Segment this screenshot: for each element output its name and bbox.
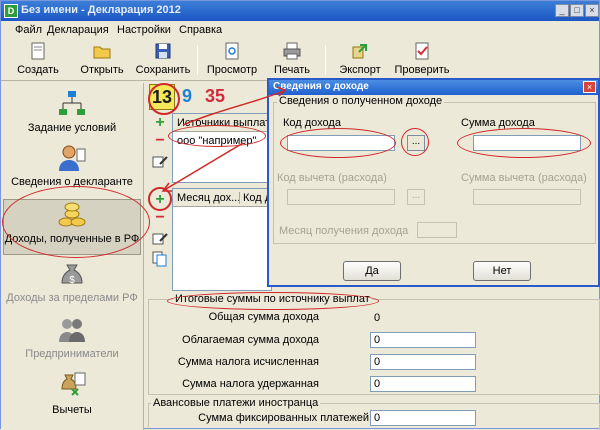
toolbar-create-button[interactable]: Создать xyxy=(13,42,63,80)
income-months-list: Месяц дох... Код д xyxy=(172,188,272,291)
edit-income-icon[interactable] xyxy=(151,231,169,247)
printer-icon xyxy=(283,42,301,60)
toolbar-label: Печать xyxy=(273,64,311,76)
fixed-payments-field[interactable]: 0 xyxy=(370,410,476,426)
new-file-icon xyxy=(31,42,45,60)
sources-list: Источники выплат ооо "например" xyxy=(172,113,272,183)
nav-label: Предприниматели xyxy=(25,348,119,360)
add-source-button[interactable]: + xyxy=(151,115,169,132)
annotation-circle xyxy=(167,292,379,310)
main-window: D Без имени - Декларация 2012 _ □ × Файл… xyxy=(0,0,600,430)
toolbar-print-button[interactable]: Печать xyxy=(269,42,315,80)
nav-deductions[interactable]: Вычеты xyxy=(3,371,141,423)
total-income-value: 0 xyxy=(370,310,476,326)
svg-text:$: $ xyxy=(69,275,75,286)
close-button[interactable]: × xyxy=(585,4,599,17)
menu-help[interactable]: Справка xyxy=(179,24,222,36)
nav-label: Задание условий xyxy=(27,122,117,134)
nav-entrepreneurs[interactable]: Предприниматели xyxy=(3,315,141,367)
menu-settings[interactable]: Настройки xyxy=(117,24,171,36)
nav-conditions[interactable]: Задание условий xyxy=(3,89,141,139)
dialog-close-button[interactable]: × xyxy=(583,81,596,93)
annotation-circle xyxy=(401,128,429,156)
toolbar-label: Создать xyxy=(17,64,59,76)
preview-icon xyxy=(225,42,239,60)
annotation-circle xyxy=(2,186,150,258)
toolbar-separator xyxy=(325,45,326,75)
received-income-group-label: Сведения о полученном доходе xyxy=(277,95,445,107)
remove-source-button[interactable]: − xyxy=(151,133,169,150)
annotation-circle xyxy=(457,128,591,158)
column-month[interactable]: Месяц дох... xyxy=(177,192,240,204)
deduction-code-browse-button: ... xyxy=(407,189,425,205)
advance-group-label: Авансовые платежи иностранца xyxy=(151,397,321,409)
toolbar-label: Сохранить xyxy=(135,64,191,76)
window-title: Без имени - Декларация 2012 xyxy=(21,4,181,16)
toolbar-label: Открыть xyxy=(80,64,124,76)
annotation-circle xyxy=(148,187,172,211)
toolbar-label: Экспорт xyxy=(339,64,381,76)
toolbar-export-button[interactable]: Экспорт xyxy=(333,42,387,80)
tax-calculated-field[interactable]: 0 xyxy=(370,354,476,370)
annotation-circle xyxy=(168,125,266,147)
save-disk-icon xyxy=(155,43,171,59)
yes-button[interactable]: Да xyxy=(343,261,401,281)
deduction-code-label: Код вычета (расхода) xyxy=(277,172,387,184)
toolbar-separator xyxy=(197,45,198,75)
deduction-amount-field xyxy=(473,189,581,205)
income-dialog: Сведения о доходе × Сведения о полученно… xyxy=(267,78,600,287)
check-icon xyxy=(415,42,429,60)
toolbar-label: Просмотр xyxy=(206,64,258,76)
total-income-label: Общая сумма дохода xyxy=(208,311,319,323)
minimize-button[interactable]: _ xyxy=(555,4,569,17)
maximize-button[interactable]: □ xyxy=(570,4,584,17)
remove-income-button[interactable]: − xyxy=(151,210,169,227)
annotation-circle xyxy=(280,128,396,158)
dialog-title[interactable]: Сведения о доходе xyxy=(269,80,598,95)
app-icon: D xyxy=(4,4,18,18)
months-header: Месяц дох... Код д xyxy=(173,189,271,207)
income-month-label: Месяц получения дохода xyxy=(279,225,409,237)
deductions-icon xyxy=(61,372,86,396)
money-bag-icon: $ xyxy=(61,264,83,286)
toolbar-check-button[interactable]: Проверить xyxy=(393,42,451,80)
tax-calculated-label: Сумма налога исчисленная xyxy=(177,356,319,368)
nav-income-abroad[interactable]: $ Доходы за пределами РФ xyxy=(3,259,141,311)
copy-income-icon[interactable] xyxy=(151,251,169,267)
title-bar[interactable]: D Без имени - Декларация 2012 _ □ × xyxy=(1,1,599,21)
tax-withheld-field[interactable]: 0 xyxy=(370,376,476,392)
hierarchy-icon xyxy=(59,91,85,115)
deduction-amount-label: Сумма вычета (расхода) xyxy=(461,172,587,184)
toolbar-preview-button[interactable]: Просмотр xyxy=(205,42,259,80)
open-folder-icon xyxy=(93,46,111,59)
tab-rate-9[interactable]: 9 xyxy=(182,86,192,107)
menu-declaration[interactable]: Декларация xyxy=(47,24,109,36)
edit-source-icon[interactable] xyxy=(151,154,169,170)
nav-label: Доходы за пределами РФ xyxy=(6,292,138,304)
income-month-field xyxy=(417,222,457,238)
menu-file[interactable]: Файл xyxy=(15,24,42,36)
toolbar: Создать Открыть Сохранить Просмотр Печат… xyxy=(1,39,599,81)
toolbar-open-button[interactable]: Открыть xyxy=(75,42,129,80)
export-icon xyxy=(352,44,367,59)
annotation-circle xyxy=(148,83,180,115)
toolbar-save-button[interactable]: Сохранить xyxy=(135,42,191,80)
fixed-payments-label: Сумма фиксированных платежей xyxy=(198,412,369,424)
nav-label: Вычеты xyxy=(52,404,92,416)
taxable-income-field[interactable]: 0 xyxy=(370,332,476,348)
deduction-code-field xyxy=(287,189,395,205)
tax-withheld-label: Сумма налога удержанная xyxy=(182,378,319,390)
no-button[interactable]: Нет xyxy=(473,261,531,281)
toolbar-label: Проверить xyxy=(394,64,450,76)
menu-bar: Файл Декларация Настройки Справка xyxy=(1,21,599,39)
person-icon xyxy=(59,145,86,171)
entrepreneurs-icon xyxy=(59,319,85,342)
tab-rate-35[interactable]: 35 xyxy=(205,86,225,107)
taxable-income-label: Облагаемая сумма дохода xyxy=(182,334,319,346)
